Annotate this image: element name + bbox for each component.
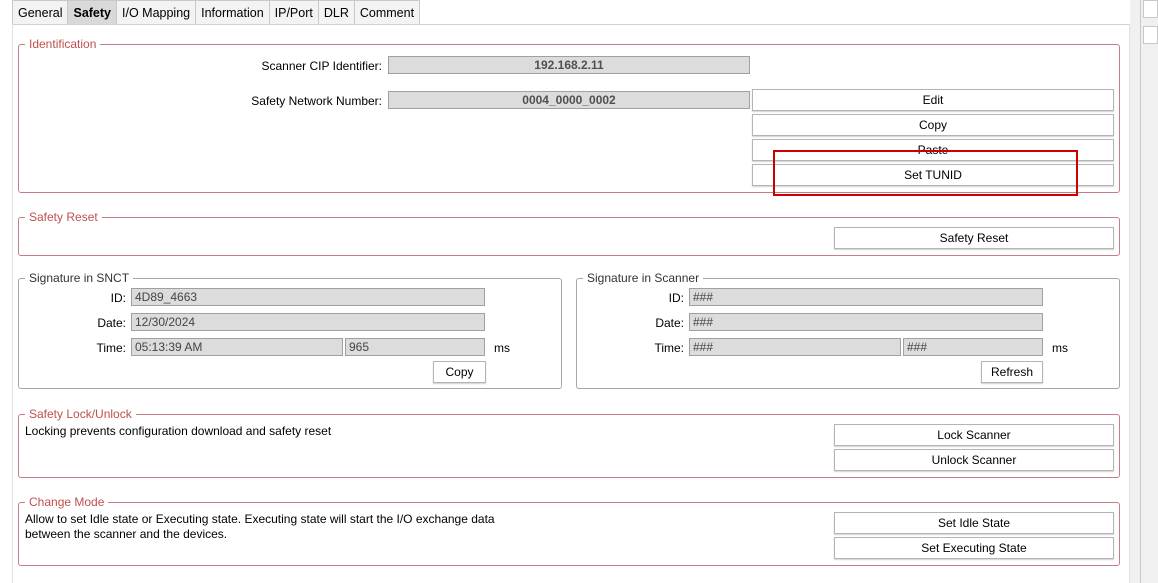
set-executing-state-button[interactable]: Set Executing State bbox=[834, 537, 1114, 559]
tab-comment[interactable]: Comment bbox=[353, 0, 421, 24]
tab-safety[interactable]: Safety bbox=[67, 0, 118, 24]
tab-ip-port[interactable]: IP/Port bbox=[268, 0, 319, 24]
safety-network-number-field[interactable]: 0004_0000_0002 bbox=[388, 91, 750, 109]
scanner-ms-unit: ms bbox=[1052, 341, 1068, 355]
scanner-id-label: ID: bbox=[668, 291, 684, 305]
snct-time-field[interactable]: 05:13:39 AM bbox=[131, 338, 343, 356]
safety-lock-description: Locking prevents configuration download … bbox=[25, 424, 332, 438]
refresh-button[interactable]: Refresh bbox=[981, 361, 1043, 383]
change-mode-description-line1: Allow to set Idle state or Executing sta… bbox=[25, 512, 495, 526]
snct-time-label: Time: bbox=[96, 341, 126, 355]
safety-lock-legend: Safety Lock/Unlock bbox=[25, 407, 136, 421]
scanner-ms-field[interactable]: ### bbox=[903, 338, 1043, 356]
cip-identifier-field[interactable]: 192.168.2.11 bbox=[388, 56, 750, 74]
unlock-scanner-button[interactable]: Unlock Scanner bbox=[834, 449, 1114, 471]
panel-left-border bbox=[12, 24, 13, 583]
change-mode-legend: Change Mode bbox=[25, 495, 109, 509]
snct-date-field[interactable]: 12/30/2024 bbox=[131, 313, 485, 331]
scanner-date-label: Date: bbox=[655, 316, 684, 330]
tab-dlr[interactable]: DLR bbox=[317, 0, 355, 24]
tab-information[interactable]: Information bbox=[195, 0, 270, 24]
scanner-id-field[interactable]: ### bbox=[689, 288, 1043, 306]
cip-identifier-label: Scanner CIP Identifier: bbox=[261, 59, 382, 73]
paste-button[interactable]: Paste bbox=[752, 139, 1114, 161]
safety-reset-button[interactable]: Safety Reset bbox=[834, 227, 1114, 249]
edit-button[interactable]: Edit bbox=[752, 89, 1114, 111]
side-gutter bbox=[1130, 0, 1158, 583]
snct-date-label: Date: bbox=[97, 316, 126, 330]
gutter-button-top[interactable] bbox=[1143, 0, 1158, 18]
gutter-divider bbox=[1140, 0, 1141, 583]
copy-snn-button[interactable]: Copy bbox=[752, 114, 1114, 136]
signature-snct-legend: Signature in SNCT bbox=[25, 271, 134, 285]
snct-id-field[interactable]: 4D89_4663 bbox=[131, 288, 485, 306]
tab-general[interactable]: General bbox=[12, 0, 69, 24]
snct-ms-field[interactable]: 965 bbox=[345, 338, 485, 356]
snct-ms-unit: ms bbox=[494, 341, 510, 355]
lock-scanner-button[interactable]: Lock Scanner bbox=[834, 424, 1114, 446]
safety-network-number-label: Safety Network Number: bbox=[251, 94, 382, 108]
tab-strip: General Safety I/O Mapping Information I… bbox=[12, 0, 421, 25]
identification-legend: Identification bbox=[25, 37, 101, 51]
signature-scanner-legend: Signature in Scanner bbox=[583, 271, 704, 285]
scanner-time-label: Time: bbox=[654, 341, 684, 355]
snct-id-label: ID: bbox=[110, 291, 126, 305]
scanner-date-field[interactable]: ### bbox=[689, 313, 1043, 331]
change-mode-description-line2: between the scanner and the devices. bbox=[25, 527, 228, 541]
scanner-time-field[interactable]: ### bbox=[689, 338, 901, 356]
tab-panel-border bbox=[12, 24, 1130, 25]
safety-reset-legend: Safety Reset bbox=[25, 210, 102, 224]
tab-io-mapping[interactable]: I/O Mapping bbox=[116, 0, 197, 24]
copy-signature-button[interactable]: Copy bbox=[433, 361, 486, 383]
set-tunid-button[interactable]: Set TUNID bbox=[752, 164, 1114, 186]
set-idle-state-button[interactable]: Set Idle State bbox=[834, 512, 1114, 534]
gutter-button[interactable] bbox=[1143, 26, 1158, 44]
